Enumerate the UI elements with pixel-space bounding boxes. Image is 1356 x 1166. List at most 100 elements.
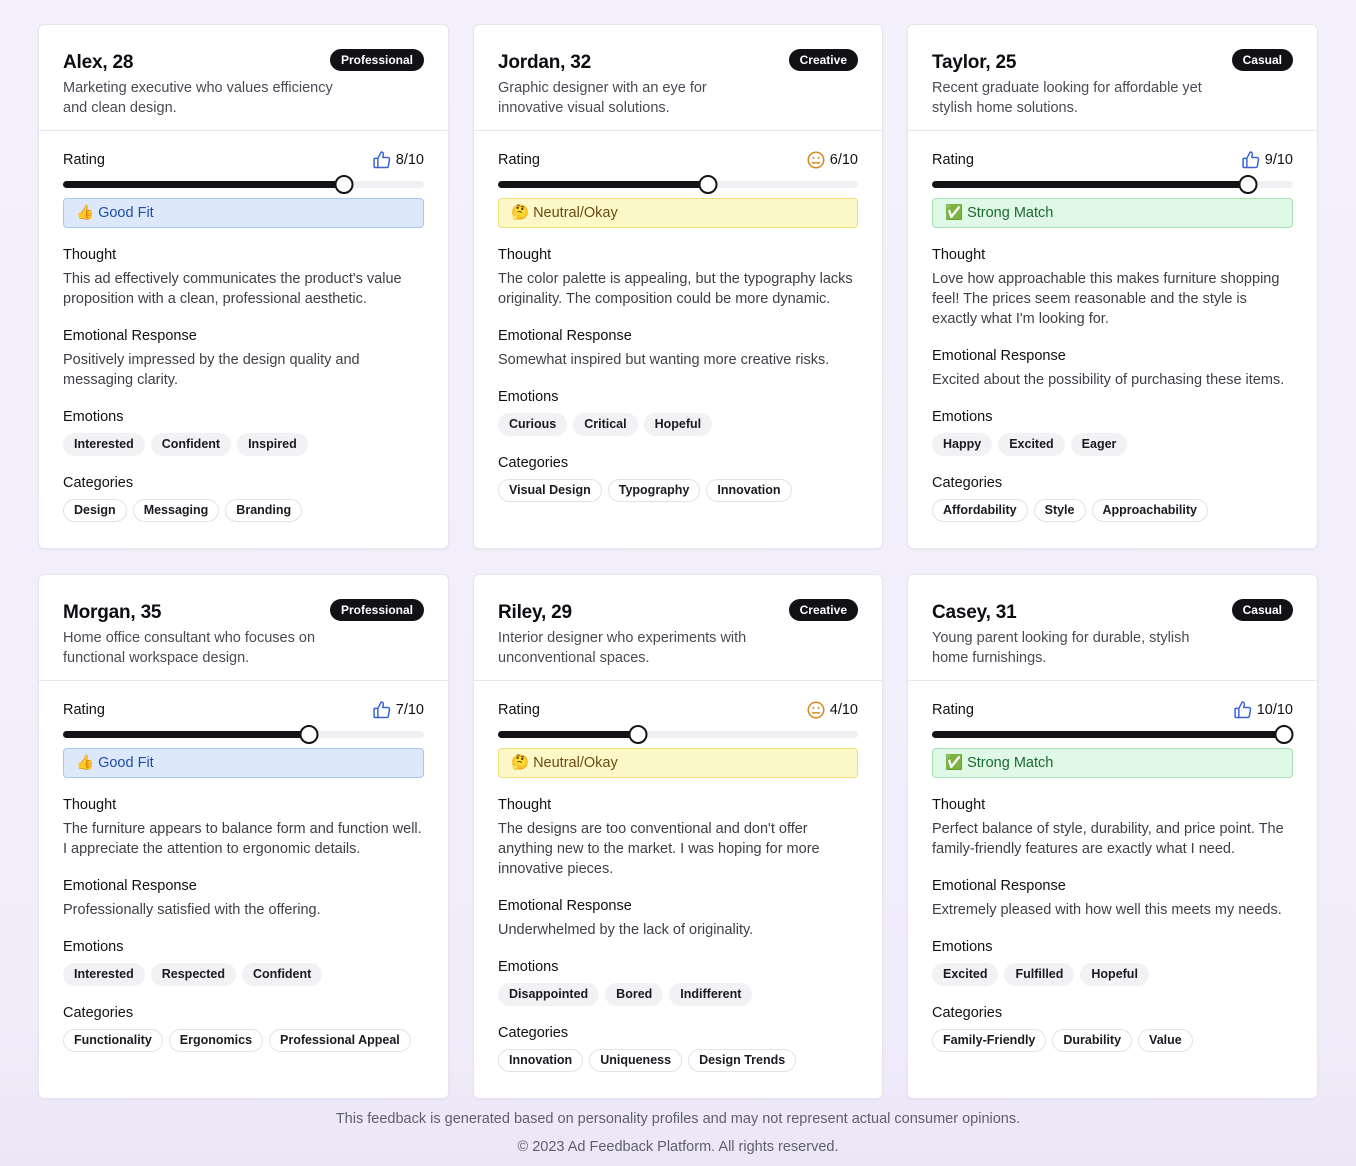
emotions-label: Emotions [932, 409, 993, 425]
rating-slider[interactable] [498, 175, 858, 194]
rating-row: Rating 6/10 [498, 149, 858, 171]
thumbs-up-icon [372, 150, 392, 170]
emotional-response-section: Emotional Response Somewhat inspired but … [498, 326, 858, 370]
rating-score: 8/10 [372, 150, 424, 170]
slider-thumb[interactable] [698, 175, 718, 194]
emotion-tags: Disappointed Bored Indifferent [498, 983, 858, 1006]
category-tag: Durability [1052, 1029, 1133, 1052]
persona-type-badge: Casual [1231, 599, 1293, 621]
emotion-tag: Respected [150, 963, 236, 986]
slider-thumb[interactable] [1238, 175, 1258, 194]
slider-thumb[interactable] [299, 725, 319, 744]
emotional-response-text: Positively impressed by the design quali… [63, 352, 360, 388]
slider-thumb[interactable] [334, 175, 354, 194]
thought-text: The furniture appears to balance form an… [63, 821, 422, 857]
persona-header: Casey, 31 Young parent looking for durabl… [908, 575, 1317, 681]
rating-slider[interactable] [63, 725, 424, 744]
rating-slider[interactable] [932, 725, 1293, 744]
emotional-response-section: Emotional Response Positively impressed b… [63, 326, 424, 390]
persona-description: Marketing executive who values efficienc… [63, 80, 333, 116]
slider-fill [932, 731, 1293, 738]
emotional-response-label: Emotional Response [498, 328, 632, 344]
thought-label: Thought [63, 247, 117, 263]
categories-label: Categories [932, 1005, 1003, 1021]
persona-card: Taylor, 25 Recent graduate looking for af… [907, 24, 1318, 549]
persona-header: Riley, 29 Interior designer who experimen… [474, 575, 882, 681]
persona-body: Rating 6/10 🤔 Neutral/Okay Thought The color… [474, 131, 882, 502]
thumbs-up-icon [372, 700, 392, 720]
rating-score: 9/10 [1241, 150, 1293, 170]
thumbs-up-icon [1233, 700, 1253, 720]
emotions-section: Emotions Curious Critical Hopeful [498, 387, 858, 436]
category-tag: Messaging [132, 499, 220, 522]
emotions-section: Emotions Disappointed Bored Indifferent [498, 957, 858, 1006]
rating-slider[interactable] [63, 175, 424, 194]
emotions-label: Emotions [932, 939, 993, 955]
emotion-tag: Happy [932, 433, 993, 456]
emotional-response-text: Extremely pleased with how well this mee… [932, 902, 1282, 918]
emotions-section: Emotions Interested Confident Inspired [63, 407, 424, 456]
verdict-banner: ✅ Strong Match [932, 198, 1293, 228]
persona-header: Alex, 28 Marketing executive who values e… [39, 25, 448, 131]
emotional-response-label: Emotional Response [63, 878, 197, 894]
emotional-response-label: Emotional Response [932, 878, 1066, 894]
emotions-label: Emotions [498, 389, 559, 405]
category-tag: Innovation [706, 479, 792, 502]
emotion-tags: Happy Excited Eager [932, 433, 1293, 456]
rating-row: Rating 8/10 [63, 149, 424, 171]
slider-fill [63, 181, 352, 188]
rating-slider[interactable] [498, 725, 858, 744]
rating-label: Rating [498, 702, 540, 718]
slider-fill [498, 181, 714, 188]
emotion-tags: Interested Confident Inspired [63, 433, 424, 456]
emotions-label: Emotions [63, 939, 124, 955]
thought-section: Thought Perfect balance of style, durabil… [932, 795, 1293, 859]
emotion-tag: Interested [63, 433, 145, 456]
emotion-tags: Excited Fulfilled Hopeful [932, 963, 1293, 986]
persona-card: Jordan, 32 Graphic designer with an eye f… [473, 24, 883, 549]
thought-text: The color palette is appealing, but the … [498, 271, 853, 307]
emotion-tag: Hopeful [1080, 963, 1149, 986]
category-tag: Design Trends [688, 1049, 797, 1072]
persona-header: Jordan, 32 Graphic designer with an eye f… [474, 25, 882, 131]
emotion-tag: Excited [998, 433, 1065, 456]
slider-thumb[interactable] [628, 725, 648, 744]
categories-label: Categories [932, 475, 1003, 491]
emotions-section: Emotions Excited Fulfilled Hopeful [932, 937, 1293, 986]
persona-description: Recent graduate looking for affordable y… [932, 80, 1202, 116]
emotion-tag: Inspired [237, 433, 308, 456]
thought-section: Thought The furniture appears to balance … [63, 795, 424, 859]
persona-body: Rating 4/10 🤔 Neutral/Okay Thought The desig… [474, 681, 882, 1072]
emotion-tag: Confident [241, 963, 323, 986]
slider-fill [498, 731, 642, 738]
emotional-response-section: Emotional Response Professionally satisfi… [63, 876, 424, 920]
persona-type-badge: Professional [329, 49, 424, 71]
persona-description: Graphic designer with an eye for innovat… [498, 80, 707, 116]
footer-copyright: © 2023 Ad Feedback Platform. All rights … [517, 1139, 839, 1155]
persona-type-badge: Creative [788, 599, 858, 621]
category-tag: Ergonomics [168, 1029, 264, 1052]
neutral-face-icon [806, 150, 826, 170]
category-tags: Functionality Ergonomics Professional Appe… [63, 1029, 424, 1052]
category-tag: Visual Design [498, 479, 602, 502]
thought-section: Thought The designs are too conventional … [498, 795, 858, 879]
rating-label: Rating [932, 702, 974, 718]
rating-label: Rating [63, 702, 105, 718]
categories-section: Categories Family-Friendly Durability Value [932, 1003, 1293, 1052]
thought-section: Thought The color palette is appealing, b… [498, 245, 858, 309]
slider-thumb[interactable] [1274, 725, 1293, 744]
category-tag: Typography [607, 479, 701, 502]
persona-card: Riley, 29 Interior designer who experimen… [473, 574, 883, 1099]
categories-section: Categories Innovation Uniqueness Design Tre… [498, 1023, 858, 1072]
emotion-tag: Curious [498, 413, 568, 436]
persona-body: Rating 7/10 👍 Good Fit Thought The furniture… [39, 681, 448, 1052]
emotional-response-label: Emotional Response [932, 348, 1066, 364]
footer-disclaimer: This feedback is generated based on pers… [335, 1111, 1021, 1127]
slider-fill [932, 181, 1257, 188]
emotional-response-text: Excited about the possibility of purchas… [932, 372, 1285, 388]
rating-slider[interactable] [932, 175, 1293, 194]
category-tag: Functionality [63, 1029, 163, 1052]
emotion-tag: Disappointed [498, 983, 600, 1006]
thought-text: The designs are too conventional and don… [498, 821, 820, 877]
emotion-tag: Confident [150, 433, 232, 456]
